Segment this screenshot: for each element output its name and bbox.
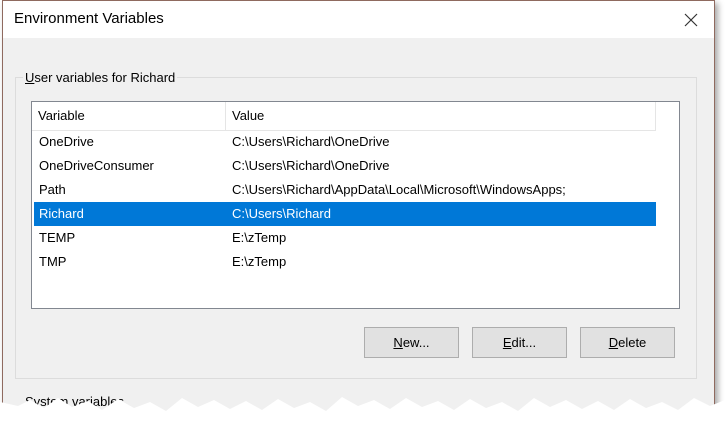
- delete-button[interactable]: Delete: [580, 327, 675, 358]
- new-button[interactable]: New...: [364, 327, 459, 358]
- edit-label: dit...: [511, 335, 537, 350]
- user-variables-label: User variables for Richard: [23, 70, 178, 85]
- list-row[interactable]: OneDriveConsumer C:\Users\Richard\OneDriv…: [34, 154, 656, 178]
- variable-name: Richard: [39, 206, 84, 221]
- label-accel: U: [25, 70, 35, 85]
- title-bar: Environment Variables: [3, 0, 714, 38]
- delete-accel: D: [608, 335, 619, 350]
- variable-value: E:\zTemp: [232, 230, 287, 245]
- window-title: Environment Variables: [14, 10, 164, 27]
- variable-name: OneDrive: [39, 134, 94, 149]
- variable-name: Path: [39, 182, 66, 197]
- list-row[interactable]: OneDrive C:\Users\Richard\OneDrive: [34, 130, 656, 154]
- column-header-variable[interactable]: Variable: [32, 102, 226, 130]
- edit-accel: E: [502, 335, 512, 350]
- list-row[interactable]: TEMP E:\zTemp: [34, 226, 656, 250]
- list-row[interactable]: Richard C:\Users\Richard: [34, 202, 656, 226]
- variable-name: TMP: [39, 254, 67, 269]
- close-button[interactable]: [668, 1, 714, 38]
- torn-edge: [0, 397, 725, 436]
- variable-value: C:\Users\Richard\OneDrive: [232, 134, 390, 149]
- edit-button[interactable]: Edit...: [472, 327, 567, 358]
- variable-value: C:\Users\Richard\AppData\Local\Microsoft…: [232, 182, 566, 197]
- new-accel: N: [393, 335, 403, 350]
- variable-name: OneDriveConsumer: [39, 158, 154, 173]
- list-row[interactable]: Path C:\Users\Richard\AppData\Local\Micro…: [34, 178, 656, 202]
- label-rest: ser variables for Richard: [34, 70, 176, 85]
- variable-name: TEMP: [39, 230, 76, 245]
- new-label: ew...: [402, 335, 430, 350]
- list-row[interactable]: TMP E:\zTemp: [34, 250, 656, 274]
- close-icon: [684, 13, 698, 26]
- column-header-value[interactable]: Value: [226, 102, 656, 130]
- user-variables-list[interactable]: Variable Value OneDrive C:\Users\Richard\…: [31, 101, 680, 309]
- delete-label: elete: [618, 335, 647, 350]
- list-header: Variable Value: [32, 102, 656, 131]
- variable-value: C:\Users\Richard: [232, 206, 331, 221]
- variable-value: C:\Users\Richard\OneDrive: [232, 158, 390, 173]
- variable-value: E:\zTemp: [232, 254, 287, 269]
